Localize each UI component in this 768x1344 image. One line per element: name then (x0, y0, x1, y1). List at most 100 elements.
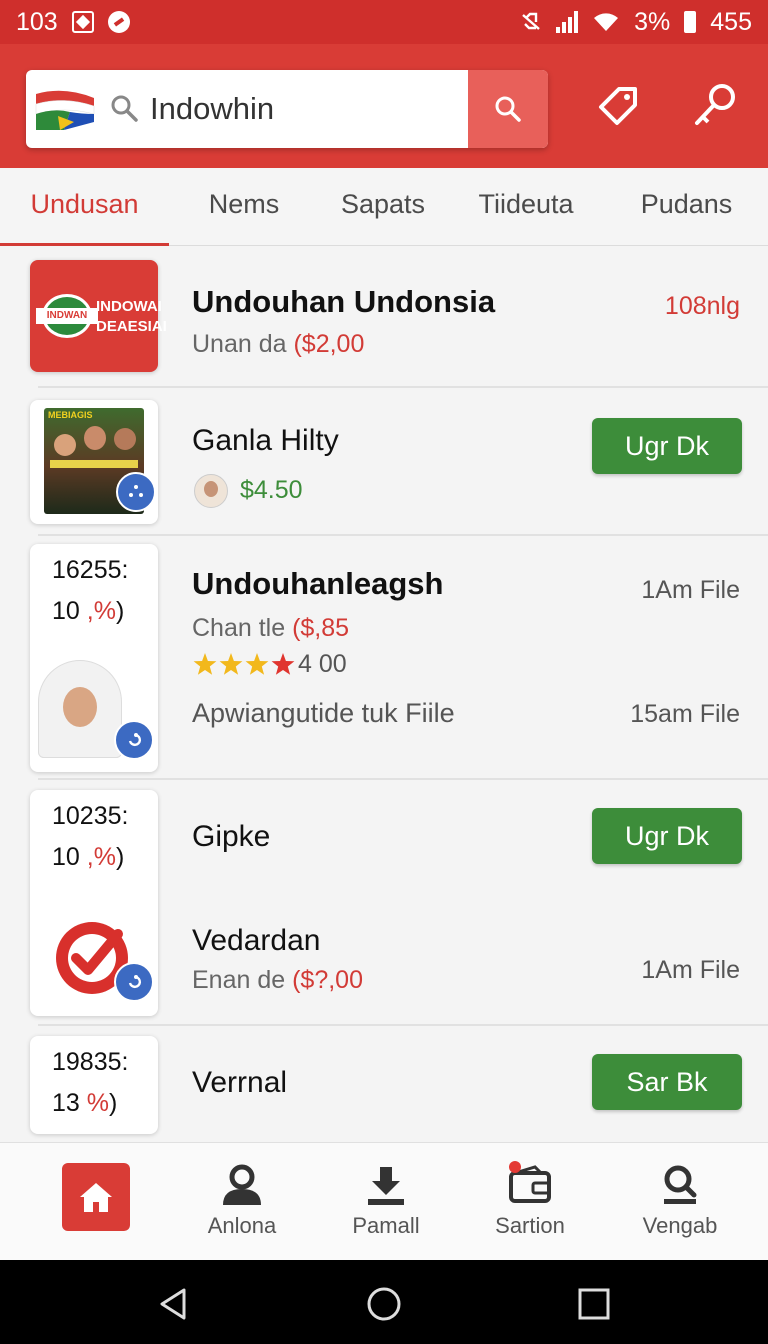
link-icon (114, 962, 154, 1002)
nav-label: Pamall (352, 1213, 420, 1238)
item-price: ($,85 (292, 614, 350, 642)
home-button-icon[interactable] (364, 1284, 404, 1324)
item-card: 16255: 10 ,%) (30, 544, 158, 772)
notification-icon (71, 11, 94, 33)
link-icon (114, 720, 154, 760)
key-icon[interactable] (686, 78, 742, 134)
search-person-icon (664, 1165, 697, 1204)
rating-stars (193, 652, 295, 675)
list-item[interactable]: MEBIAGIS Ganla Hilty $4.50 Ugr Dk (0, 388, 768, 536)
mute-icon (522, 12, 540, 30)
item-subtitle-prefix: Chan tle (192, 614, 293, 642)
poster-face (84, 426, 106, 450)
nav-home[interactable] (62, 1163, 130, 1231)
nav-vengab[interactable]: Vengab (630, 1143, 730, 1261)
item-price: ($?,00 (292, 966, 363, 994)
stat-close: ) (109, 1089, 118, 1117)
item-card: 19835: 13 %) (30, 1036, 158, 1134)
save-button[interactable]: Sar Bk (592, 1054, 742, 1110)
nav-label: Sartion (495, 1213, 565, 1238)
item-title: Undouhan Undonsia (192, 284, 496, 319)
stat-close: ) (115, 597, 125, 625)
item-title: Gipke (192, 820, 271, 853)
tag-icon[interactable] (590, 78, 646, 134)
list-item[interactable]: 10235: 10 ,%) Gipke Ugr Dk Vedardan Enan… (0, 780, 768, 1026)
brand-logo: INDWAN INDOWAI DEAESIAI (30, 260, 167, 372)
search-bar[interactable] (26, 70, 548, 148)
list-item[interactable]: INDWAN INDOWAI DEAESIAI Undouhan Undonsi… (0, 246, 768, 388)
nav-anlona[interactable]: Anlona (200, 1143, 284, 1261)
home-icon (80, 1183, 112, 1212)
download-button[interactable]: Ugr Dk (592, 808, 742, 864)
nav-pamall[interactable]: Pamall (342, 1143, 430, 1261)
battery-percent: 3% (634, 7, 671, 36)
status-bar: 103 3% 455 (0, 0, 768, 44)
item-price: $4.50 (240, 476, 303, 504)
stat-line-1: 19835: (52, 1048, 129, 1076)
person-face (63, 687, 97, 727)
star-icon (219, 652, 243, 675)
item-subtitle: Enan de ($?,00 (192, 966, 363, 995)
system-navigation-bar (0, 1260, 768, 1344)
item-title: Ganla Hilty (192, 424, 339, 457)
list-item[interactable]: 16255: 10 ,%) Undouhanleagsh Chan tle ($… (0, 536, 768, 780)
list-item[interactable]: 19835: 13 %) Verrnal Sar Bk (0, 1026, 768, 1142)
item-meta: 108nlg (664, 292, 740, 320)
stat-percent: ,% (86, 597, 116, 625)
app-header (0, 44, 768, 168)
download-button[interactable]: Ugr Dk (592, 418, 742, 474)
avatar (194, 474, 228, 508)
product-list: INDWAN INDOWAI DEAESIAI Undouhan Undonsi… (0, 246, 768, 1142)
poster-text: MEBIAGIS (48, 410, 93, 420)
search-button-icon (495, 96, 521, 122)
user-icon (223, 1164, 261, 1205)
item-stat: 16255: 10 ,%) (52, 550, 128, 632)
item-stat: 19835: 13 %) (52, 1042, 128, 1124)
app-notification-icon (107, 11, 130, 33)
bottom-navigation: Anlona Pamall Sartion Vengab (0, 1142, 768, 1260)
tab-undusan[interactable]: Undusan (0, 168, 169, 247)
item-file-size: 15am File (630, 700, 740, 728)
stat-close: ) (115, 843, 125, 871)
item-subtitle: Unan da ($2,00 (192, 330, 364, 359)
item-description: Apwiangutide tuk Fiile (192, 698, 455, 728)
status-clock: 455 (710, 7, 752, 36)
download-icon (368, 1167, 404, 1205)
stat-number: 13 (52, 1089, 87, 1117)
flag-logo (35, 90, 95, 130)
logo-seal-text: INDWAN (36, 308, 98, 324)
item-title-secondary: Vedardan (192, 924, 321, 957)
stat-line-1: 10235: (52, 802, 129, 830)
status-time: 103 (16, 7, 58, 36)
wifi-icon (594, 13, 619, 31)
recents-icon[interactable] (574, 1284, 614, 1324)
rating-value: 4 00 (298, 650, 347, 678)
poster-banner (50, 460, 138, 468)
nav-label: Vengab (642, 1213, 718, 1238)
avatar-face (204, 481, 218, 497)
rating: 4 00 (192, 650, 347, 679)
stat-percent: % (86, 1089, 109, 1117)
stat-line-2: 10 ,%) (52, 591, 128, 632)
item-subtitle-prefix: Enan de (192, 966, 293, 994)
tab-tiideuta[interactable]: Tiideuta (447, 168, 605, 245)
search-input[interactable] (150, 82, 460, 136)
item-stat: 10235: 10 ,%) (52, 796, 128, 878)
stat-line-1: 16255: (52, 556, 129, 584)
tab-nems[interactable]: Nems (169, 168, 319, 245)
wallet-icon (509, 1161, 551, 1203)
tab-pudans[interactable]: Pudans (605, 168, 768, 245)
search-button[interactable] (468, 70, 548, 148)
stat-line-2: 13 %) (52, 1083, 128, 1124)
logo-text-2: DEAESIAI (96, 318, 167, 335)
item-subtitle: Chan tle ($,85 (192, 614, 349, 643)
search-icon (111, 95, 138, 122)
tab-sapats[interactable]: Sapats (319, 168, 447, 245)
star-icon (193, 652, 217, 675)
badge-icon (116, 472, 156, 512)
back-icon[interactable] (154, 1284, 194, 1324)
stat-line-2: 10 ,%) (52, 837, 128, 878)
item-price: ($2,00 (293, 330, 365, 358)
star-icon (271, 652, 295, 675)
nav-sartion[interactable]: Sartion (484, 1143, 576, 1261)
